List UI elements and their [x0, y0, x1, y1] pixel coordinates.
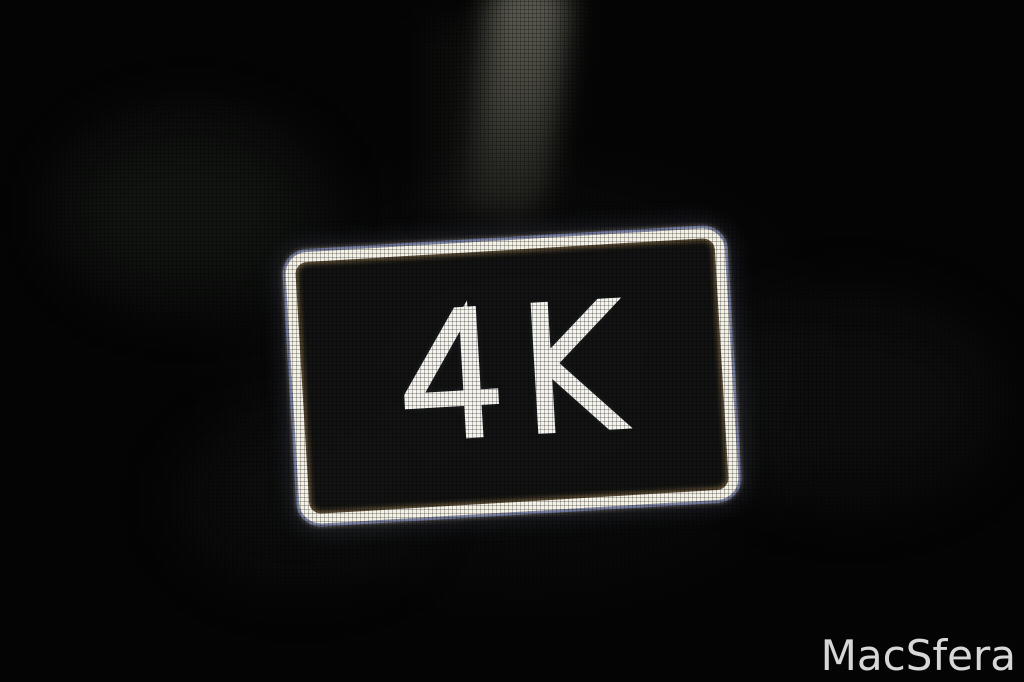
photo-scene: 4K MacSfera	[0, 0, 1024, 682]
resolution-badge: 4K	[284, 227, 740, 525]
background-texture	[700, 300, 1000, 500]
resolution-badge-label: 4K	[389, 264, 634, 482]
background-glow	[430, 20, 470, 220]
background-light-streak	[465, 0, 571, 220]
watermark: MacSfera	[820, 631, 1016, 680]
background-texture	[60, 120, 320, 300]
